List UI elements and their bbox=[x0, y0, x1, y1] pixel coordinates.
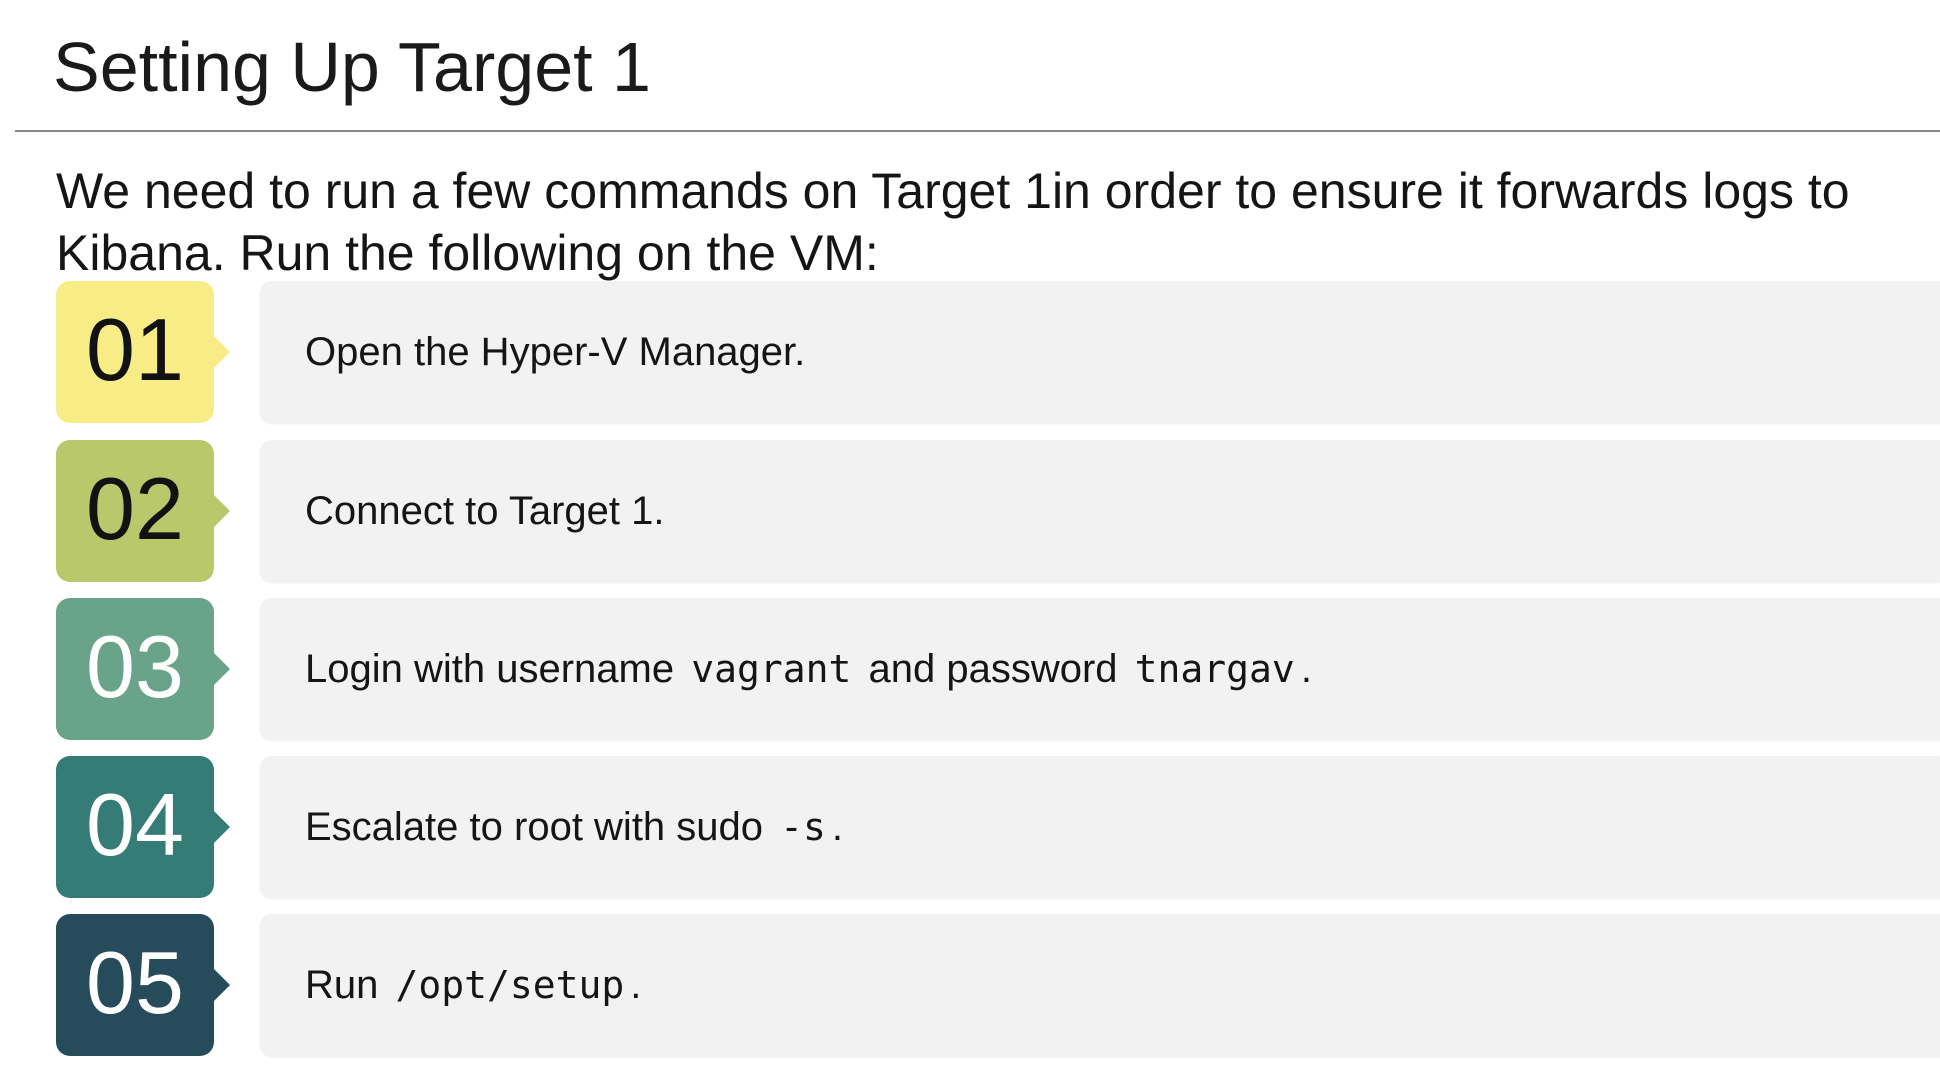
step-text-card: Login with username vagrant and password… bbox=[260, 598, 1940, 740]
step-text: . bbox=[630, 962, 642, 1007]
step-text-card: Open the Hyper-V Manager. bbox=[260, 281, 1940, 423]
step-03: 03 Login with username vagrant and passw… bbox=[0, 598, 1940, 740]
step-text: Run bbox=[305, 962, 390, 1007]
step-number-badge: 04 bbox=[56, 756, 230, 898]
step-text: . bbox=[1300, 646, 1312, 691]
sudo-flag-code: -s bbox=[780, 805, 826, 849]
step-05: 05 Run /opt/setup . bbox=[0, 914, 1940, 1056]
step-02: 02 Connect to Target 1. bbox=[0, 440, 1940, 582]
step-text: Connect to Target 1. bbox=[305, 488, 665, 533]
step-text: . bbox=[831, 804, 844, 849]
step-text: Login with username bbox=[305, 646, 686, 691]
title-divider bbox=[15, 130, 1940, 132]
slide-title: Setting Up Target 1 bbox=[53, 28, 651, 106]
step-04: 04 Escalate to root with sudo -s . bbox=[0, 756, 1940, 898]
step-text: Escalate to root with sudo bbox=[305, 804, 775, 849]
intro-paragraph: We need to run a few commands on Target … bbox=[56, 163, 1850, 281]
step-number-badge: 01 bbox=[56, 281, 230, 423]
username-code: vagrant bbox=[691, 647, 852, 691]
step-number-badge: 03 bbox=[56, 598, 230, 740]
step-text-card: Connect to Target 1. bbox=[260, 440, 1940, 582]
step-01: 01 Open the Hyper-V Manager. bbox=[0, 281, 1940, 423]
step-number-badge: 05 bbox=[56, 914, 230, 1056]
step-text-card: Run /opt/setup . bbox=[260, 914, 1940, 1056]
step-text-card: Escalate to root with sudo -s . bbox=[260, 756, 1940, 898]
step-number-badge: 02 bbox=[56, 440, 230, 582]
password-code: tnargav bbox=[1134, 647, 1295, 691]
step-text: Open the Hyper-V Manager. bbox=[305, 329, 806, 374]
setup-path-code: /opt/setup bbox=[395, 963, 625, 1007]
step-text: and password bbox=[857, 646, 1129, 691]
